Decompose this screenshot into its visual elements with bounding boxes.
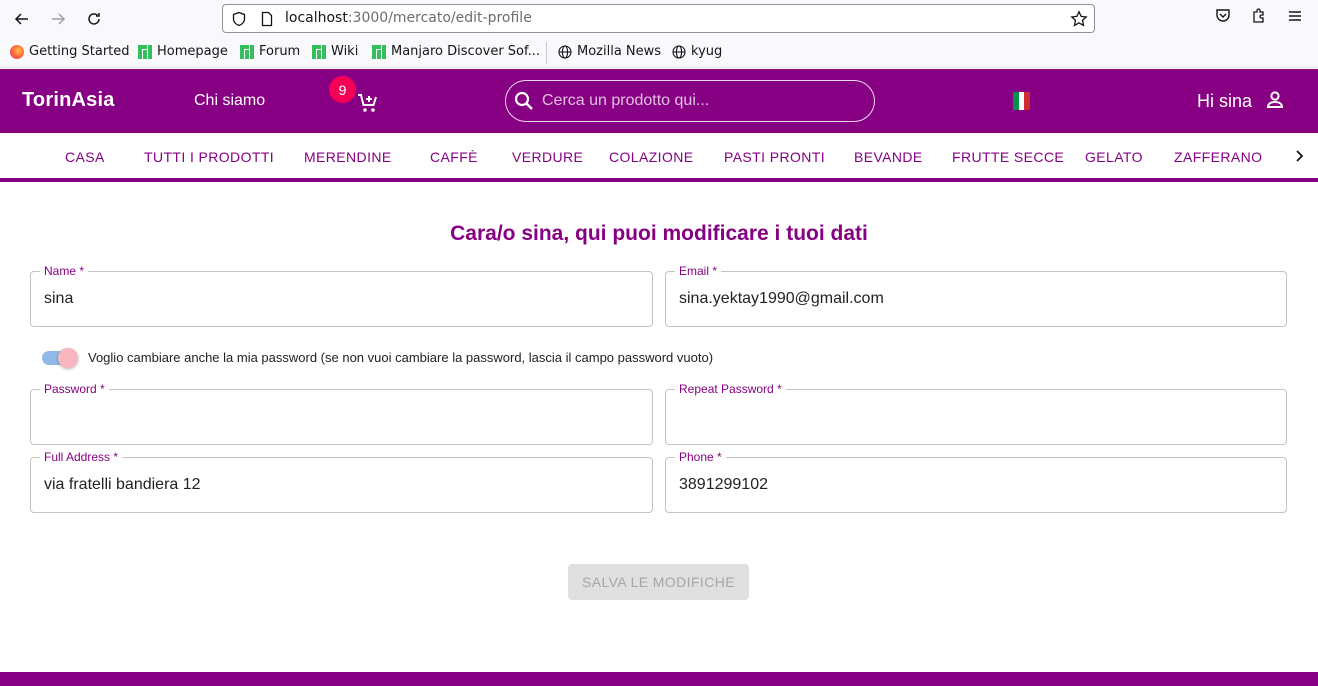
bookmark-label: kyug	[691, 44, 723, 59]
bookmark-label: Homepage	[157, 44, 228, 59]
toggle-thumb[interactable]	[58, 348, 78, 368]
back-icon[interactable]	[10, 7, 34, 31]
bookmark-separator	[546, 42, 547, 64]
bookmark-forum[interactable]: Forum	[240, 44, 300, 59]
category-gelato[interactable]: GELATO	[1085, 149, 1143, 165]
category-frutte-secce[interactable]: FRUTTE SECCE	[952, 149, 1064, 165]
address-label: Full Address *	[40, 450, 123, 464]
category-colazione[interactable]: COLAZIONE	[609, 149, 694, 165]
manjaro-icon	[372, 44, 386, 59]
email-value[interactable]: sina.yektay1990@gmail.com	[679, 290, 884, 308]
bookmark-label: Forum	[259, 44, 301, 59]
globe-icon	[558, 44, 572, 59]
category-casa[interactable]: CASA	[65, 149, 105, 165]
password-label: Password *	[40, 382, 109, 396]
manjaro-icon	[240, 44, 254, 59]
category-bevande[interactable]: BEVANDE	[854, 149, 923, 165]
user-greeting[interactable]: Hi sina	[1197, 91, 1252, 112]
url-bar[interactable]: localhost:3000/mercato/edit-profile	[222, 4, 1095, 33]
bookmark-label: Manjaro Discover Sof...	[391, 44, 541, 59]
url-text[interactable]: localhost:3000/mercato/edit-profile	[285, 10, 532, 26]
password-field[interactable]: Password *	[30, 382, 653, 445]
about-link[interactable]: Chi siamo	[194, 92, 265, 110]
category-pasti-pronti[interactable]: PASTI PRONTI	[724, 149, 825, 165]
shield-icon[interactable]	[231, 11, 247, 31]
bookmark-wiki[interactable]: Wiki	[312, 44, 358, 59]
name-field[interactable]: Name * sina	[30, 264, 653, 327]
bookmark-kyug[interactable]: kyug	[672, 44, 722, 59]
italy-flag-icon[interactable]	[1013, 92, 1031, 110]
category-verdure[interactable]: VERDURE	[512, 149, 583, 165]
search-icon	[514, 91, 534, 115]
menu-icon[interactable]	[1286, 7, 1304, 29]
bookmark-label: Mozilla News	[577, 44, 662, 59]
manjaro-icon	[138, 44, 152, 59]
cart-count-badge: 9	[329, 76, 356, 103]
phone-field[interactable]: Phone * 3891299102	[665, 450, 1287, 513]
email-field[interactable]: Email * sina.yektay1990@gmail.com	[665, 264, 1287, 327]
search-input[interactable]	[542, 89, 862, 113]
save-button[interactable]: SALVA LE MODIFICHE	[568, 564, 749, 600]
address-value[interactable]: via fratelli bandiera 12	[44, 476, 201, 494]
bookmark-mozilla-news[interactable]: Mozilla News	[558, 44, 661, 59]
forward-icon[interactable]	[46, 7, 70, 31]
name-label: Name *	[40, 264, 89, 278]
category-caffe[interactable]: CAFFÈ	[430, 149, 478, 165]
phone-label: Phone *	[675, 450, 726, 464]
change-password-toggle[interactable]	[42, 348, 78, 368]
bookmark-getting-started[interactable]: Getting Started	[10, 44, 130, 59]
chevron-right-icon[interactable]	[1291, 148, 1307, 168]
brand-logo[interactable]: TorinAsia	[22, 89, 115, 112]
bookmark-label: Getting Started	[29, 44, 130, 59]
repeat-password-label: Repeat Password *	[675, 382, 786, 396]
manjaro-icon	[312, 44, 326, 59]
email-label: Email *	[675, 264, 722, 278]
category-tutti-i-prodotti[interactable]: TUTTI I PRODOTTI	[144, 149, 274, 165]
address-field[interactable]: Full Address * via fratelli bandiera 12	[30, 450, 653, 513]
repeat-password-field[interactable]: Repeat Password *	[665, 382, 1287, 445]
bookmark-manjaro-discover[interactable]: Manjaro Discover Sof...	[372, 44, 540, 59]
star-icon[interactable]	[1070, 10, 1088, 32]
search-bar[interactable]	[505, 80, 875, 122]
category-zafferano[interactable]: ZAFFERANO	[1174, 149, 1262, 165]
globe-icon	[672, 44, 686, 59]
change-password-label: Voglio cambiare anche la mia password (s…	[88, 350, 714, 365]
bookmark-homepage[interactable]: Homepage	[138, 44, 228, 59]
footer-bar	[0, 672, 1318, 686]
bookmarks-bar: Getting Started Homepage Forum Wiki Manj…	[0, 38, 1318, 68]
browser-toolbar: localhost:3000/mercato/edit-profile	[0, 0, 1318, 38]
extensions-icon[interactable]	[1250, 7, 1268, 29]
app-header: TorinAsia Chi siamo Hi sina	[0, 69, 1318, 133]
category-merendine[interactable]: MERENDINE	[304, 149, 392, 165]
user-icon[interactable]	[1264, 89, 1286, 115]
cart-icon[interactable]	[356, 91, 380, 115]
category-nav: CASA TUTTI I PRODOTTI MERENDINE CAFFÈ VE…	[0, 133, 1318, 182]
bookmark-label: Wiki	[331, 44, 359, 59]
page-title: Cara/o sina, qui puoi modificare i tuoi …	[450, 222, 868, 245]
phone-value[interactable]: 3891299102	[679, 476, 768, 494]
pocket-icon[interactable]	[1214, 7, 1232, 29]
firefox-icon	[10, 44, 24, 59]
reload-icon[interactable]	[82, 7, 106, 31]
page-icon[interactable]	[259, 11, 275, 31]
name-value[interactable]: sina	[44, 290, 73, 308]
